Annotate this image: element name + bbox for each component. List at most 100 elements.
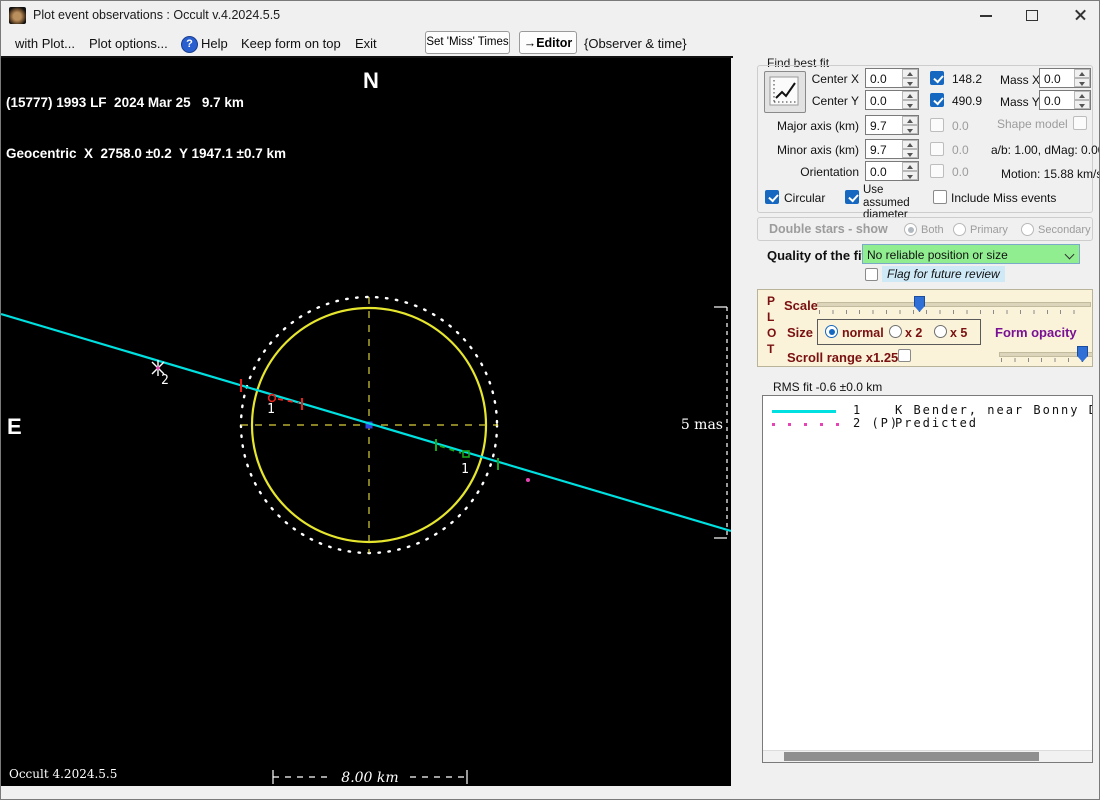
orientation-spinner[interactable]: 0.0 [865,161,919,181]
quality-label: Quality of the fit [767,248,866,263]
scale-slider-ticks [819,310,1087,314]
plot-header: (15777) 1993 LF 2024 Mar 25 9.7 km Geoce… [6,60,286,196]
size-x2-radio[interactable] [889,325,902,338]
menu-with-plot[interactable]: with Plot... [15,36,75,51]
scroll-range-checkbox[interactable] [898,349,911,362]
plot-header-line1: (15777) 1993 LF 2024 Mar 25 9.7 km [6,95,244,110]
include-miss-label: Include Miss events [951,191,1057,205]
shape-model-label: Shape model [997,117,1068,131]
major-axis-label: Major axis (km) [777,119,860,133]
center-y-fit-value: 490.9 [952,94,983,108]
legend-row1-num: 1 [853,403,863,417]
shape-model-checkbox [1073,116,1087,130]
size-x5-radio[interactable] [934,325,947,338]
double-primary-radio [953,223,966,236]
ab-dmag-label: a/b: 1.00, dMag: 0.00 [991,143,1100,157]
mas-scale-label: 5 mas [681,417,723,433]
minor-axis-fit-value: 0.0 [952,143,969,157]
plot-letter-l: L [767,310,775,324]
double-both-radio [904,223,917,236]
scale-label: Scale [784,298,818,313]
window-title: Plot event observations : Occult v.4.202… [33,8,281,22]
form-opacity-label: Form opacity [995,325,1077,340]
double-secondary-radio [1021,223,1034,236]
maximize-button[interactable] [1015,1,1049,29]
north-label: N [363,68,379,93]
set-miss-times-button[interactable]: Set 'Miss' Times [425,31,510,54]
spin-down-icon[interactable] [902,78,918,87]
observations-list[interactable]: 1 K Bender, near Bonny Do 2 (P) Predicte… [762,395,1093,763]
center-x-fit-value: 148.2 [952,72,983,86]
chord1-right-label: 1 [461,462,469,477]
list-hscrollbar-thumb[interactable] [784,752,1039,761]
minor-axis-spinner[interactable]: 9.7 [865,139,919,159]
legend-row2-num: 2 (P) [853,416,900,430]
plot-letter-o: O [767,326,777,340]
major-axis-fit-value: 0.0 [952,119,969,133]
station2-center [156,366,160,370]
star-track [1,312,732,533]
scroll-range-label: Scroll range x1.25 [787,350,899,365]
center-x-label: Center X [811,72,859,86]
orientation-fit-checkbox [930,164,944,178]
circular-label: Circular [784,191,826,205]
major-axis-fit-checkbox [930,118,944,132]
predicted-dot [526,478,530,482]
titlebar: Plot event observations : Occult v.4.202… [1,1,1099,29]
motion-label: Motion: 15.88 km/s [1001,167,1100,181]
center-y-fit-checkbox[interactable] [930,93,944,107]
spin-up-icon[interactable] [902,69,918,78]
center-y-label: Center Y [811,94,859,108]
list-hscrollbar[interactable] [763,750,1092,762]
double-primary-label: Primary [970,224,1008,236]
plot-letter-p: P [767,294,776,308]
minimize-button[interactable] [969,1,1003,29]
scale-slider[interactable] [817,302,1091,307]
help-icon[interactable]: ? [181,36,198,53]
mass-y-spinner[interactable]: 0.0 [1039,90,1091,110]
menu-plot-options[interactable]: Plot options... [89,36,168,51]
legend-dots-swatch [772,423,840,426]
km-scale-label: 8.00 km [341,770,398,786]
double-secondary-label: Secondary [1038,224,1091,236]
mass-x-label: Mass X [1000,73,1041,87]
menu-exit[interactable]: Exit [355,36,377,51]
app-icon [9,7,26,24]
center-x-spinner[interactable]: 0.0 [865,68,919,88]
legend-row1-name: K Bender, near Bonny Do [895,403,1093,417]
size-normal-radio[interactable] [825,325,838,338]
editor-button[interactable]: →Editor [519,31,577,54]
center-x-fit-checkbox[interactable] [930,71,944,85]
minimize-icon [980,15,992,17]
chevron-down-icon [1066,251,1074,259]
quality-dropdown[interactable]: No reliable position or size [862,244,1080,264]
minor-axis-label: Minor axis (km) [777,143,860,157]
rms-fit-label: RMS fit -0.6 ±0.0 km [773,380,883,394]
mass-y-label: Mass Y [1000,95,1040,109]
flag-review-checkbox[interactable] [865,268,878,281]
station2-label: 2 [161,373,169,388]
plot-letter-t: T [767,342,775,356]
double-both-label: Both [921,224,944,236]
include-miss-checkbox[interactable] [933,190,947,204]
menu-keep-on-top[interactable]: Keep form on top [241,36,341,51]
legend-row2-name: Predicted [895,416,979,430]
center-y-spinner[interactable]: 0.0 [865,90,919,110]
minor-axis-fit-checkbox [930,142,944,156]
chord1-left-label: 1 [267,402,275,417]
orientation-fit-value: 0.0 [952,165,969,179]
size-label: Size [787,325,814,340]
close-button[interactable] [1063,1,1097,29]
mass-x-spinner[interactable]: 0.0 [1039,68,1091,88]
form-opacity-ticks [1001,358,1089,362]
flag-review-label: Flag for future review [882,266,1005,282]
major-axis-spinner[interactable]: 9.7 [865,115,919,135]
menu-help[interactable]: Help [201,36,228,51]
maximize-icon [1026,10,1038,21]
size-x2-label: x 2 [905,326,923,340]
legend-line-swatch [772,410,836,413]
east-label: E [7,414,22,439]
plot-version-label: Occult 4.2024.5.5 [9,767,117,781]
circular-checkbox[interactable] [765,190,779,204]
assumed-diameter-checkbox[interactable] [845,190,859,204]
